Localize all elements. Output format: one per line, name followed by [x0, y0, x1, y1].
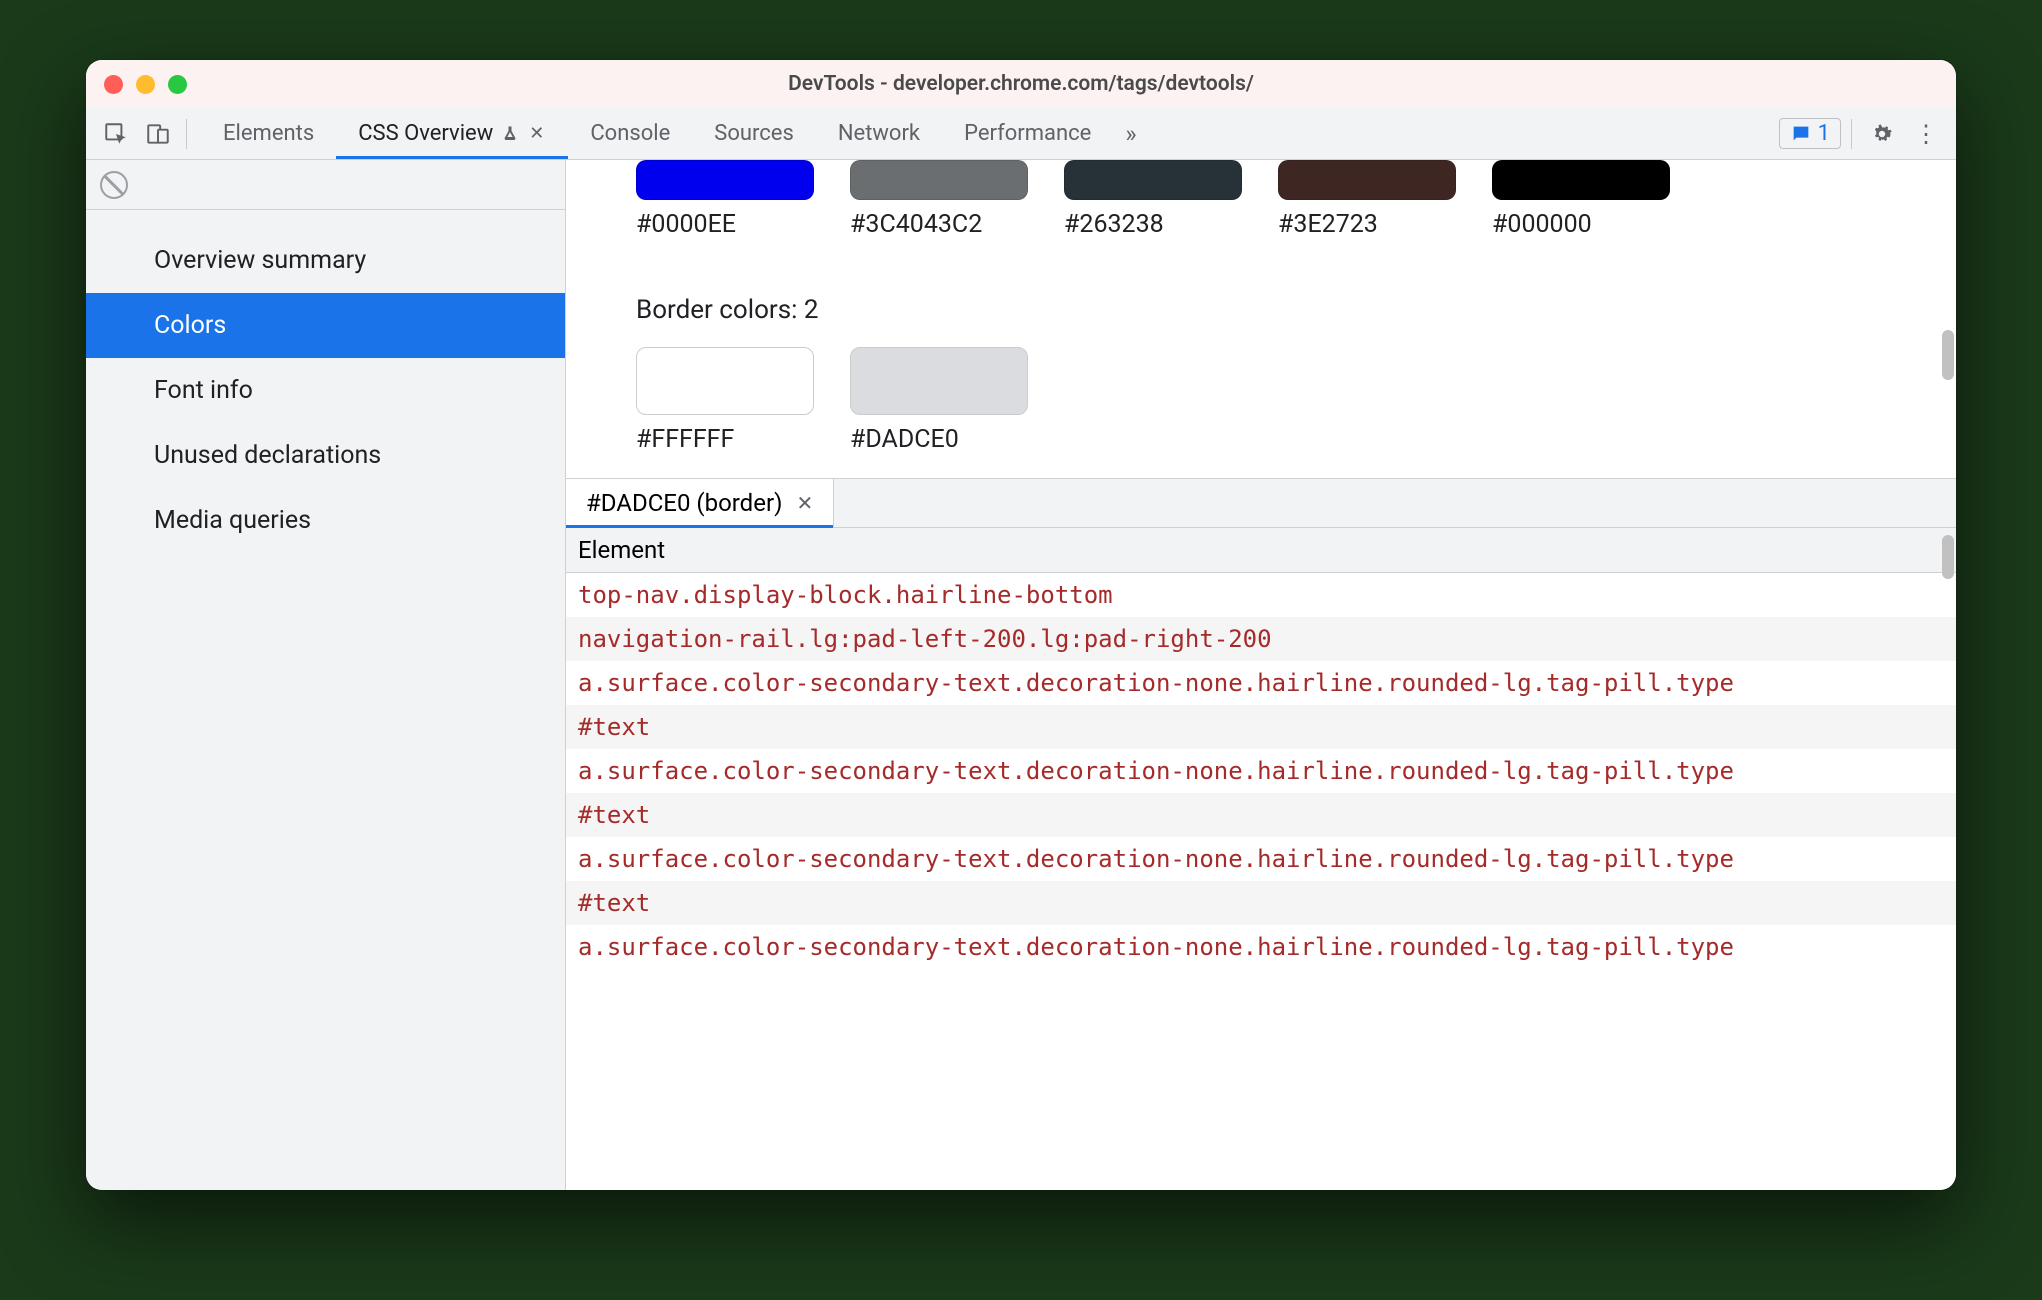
color-swatch[interactable]: #000000: [1492, 160, 1670, 239]
panel-tabs: Elements CSS Overview ✕ Console Sources …: [201, 108, 1773, 159]
experiment-icon: [501, 125, 519, 143]
sidebar-item-label: Media queries: [154, 506, 311, 535]
element-row[interactable]: a.surface.color-secondary-text.decoratio…: [566, 749, 1956, 793]
swatch-hex: #0000EE: [636, 210, 814, 239]
sidebar-item-unused-declarations[interactable]: Unused declarations: [86, 423, 565, 488]
toolbar-separator: [1851, 119, 1852, 149]
element-row[interactable]: a.surface.color-secondary-text.decoratio…: [566, 837, 1956, 881]
clear-overview-icon[interactable]: [100, 171, 128, 199]
css-overview-sidebar: Overview summary Colors Font info Unused…: [86, 160, 566, 1190]
element-row[interactable]: a.surface.color-secondary-text.decoratio…: [566, 661, 1956, 705]
swatch-hex: #FFFFFF: [636, 425, 814, 454]
tab-label: Elements: [223, 121, 314, 146]
sidebar-item-font-info[interactable]: Font info: [86, 358, 565, 423]
tab-label: CSS Overview: [358, 121, 493, 146]
settings-button[interactable]: [1862, 114, 1902, 154]
swatch-preview: [636, 347, 814, 415]
device-toolbar-icon[interactable]: [138, 114, 178, 154]
color-swatch[interactable]: #263238: [1064, 160, 1242, 239]
sidebar-nav: Overview summary Colors Font info Unused…: [86, 210, 565, 553]
tab-network[interactable]: Network: [816, 108, 942, 159]
sidebar-item-media-queries[interactable]: Media queries: [86, 488, 565, 553]
element-row[interactable]: a.surface.color-secondary-text.decoratio…: [566, 925, 1956, 969]
swatch-preview: [850, 160, 1028, 200]
swatch-preview: [636, 160, 814, 200]
element-row[interactable]: #text: [566, 793, 1956, 837]
scrollbar-thumb[interactable]: [1942, 330, 1954, 380]
sidebar-item-overview-summary[interactable]: Overview summary: [86, 228, 565, 293]
swatch-preview: [1278, 160, 1456, 200]
tab-label: Sources: [714, 121, 794, 146]
toolbar-left-group: [96, 114, 201, 154]
kebab-icon: ⋮: [1914, 120, 1938, 148]
devtools-window: DevTools - developer.chrome.com/tags/dev…: [86, 60, 1956, 1190]
sidebar-item-colors[interactable]: Colors: [86, 293, 565, 358]
element-column-header: Element: [566, 527, 1956, 573]
sidebar-item-label: Font info: [154, 376, 253, 405]
element-row[interactable]: #text: [566, 705, 1956, 749]
detail-tabbar: #DADCE0 (border) ✕: [566, 479, 1956, 527]
chat-icon: [1790, 123, 1812, 145]
sidebar-item-label: Unused declarations: [154, 441, 381, 470]
swatch-preview: [850, 347, 1028, 415]
tab-console[interactable]: Console: [568, 108, 692, 159]
text-colors-row: #0000EE #3C4043C2 #263238 #3E2723: [636, 160, 1956, 239]
element-row[interactable]: navigation-rail.lg:pad-left-200.lg:pad-r…: [566, 617, 1956, 661]
tab-performance[interactable]: Performance: [942, 108, 1113, 159]
tab-css-overview[interactable]: CSS Overview ✕: [336, 108, 568, 159]
swatch-preview: [1492, 160, 1670, 200]
window-title: DevTools - developer.chrome.com/tags/dev…: [86, 72, 1956, 96]
more-tabs-glyph: »: [1125, 120, 1136, 148]
sidebar-item-label: Colors: [154, 311, 226, 340]
more-tabs-button[interactable]: »: [1113, 108, 1148, 159]
swatch-hex: #000000: [1492, 210, 1670, 239]
tab-elements[interactable]: Elements: [201, 108, 336, 159]
inspect-element-icon[interactable]: [96, 114, 136, 154]
sidebar-item-label: Overview summary: [154, 246, 366, 275]
border-colors-row: #FFFFFF #DADCE0: [636, 347, 1956, 454]
swatch-preview: [1064, 160, 1242, 200]
color-swatch[interactable]: #0000EE: [636, 160, 814, 239]
swatch-hex: #3E2723: [1278, 210, 1456, 239]
minimize-window-button[interactable]: [136, 75, 155, 94]
toolbar-separator: [186, 119, 187, 149]
swatch-hex: #263238: [1064, 210, 1242, 239]
detail-tab-label: #DADCE0 (border): [586, 489, 782, 517]
swatch-hex: #3C4043C2: [850, 210, 1028, 239]
main-panel: #0000EE #3C4043C2 #263238 #3E2723: [566, 160, 1956, 1190]
fullscreen-window-button[interactable]: [168, 75, 187, 94]
toolbar-right-group: 1 ⋮: [1773, 114, 1946, 154]
gear-icon: [1869, 121, 1895, 147]
window-controls: [104, 75, 187, 94]
detail-tab[interactable]: #DADCE0 (border) ✕: [566, 479, 834, 527]
swatch-hex: #DADCE0: [850, 425, 1028, 454]
content-area: Overview summary Colors Font info Unused…: [86, 160, 1956, 1190]
elements-list: top-nav.display-block.hairline-bottomnav…: [566, 573, 1956, 1190]
colors-section: #0000EE #3C4043C2 #263238 #3E2723: [566, 160, 1956, 478]
close-detail-tab-icon[interactable]: ✕: [796, 491, 813, 515]
element-row[interactable]: top-nav.display-block.hairline-bottom: [566, 573, 1956, 617]
tab-sources[interactable]: Sources: [692, 108, 816, 159]
color-detail-pane: #DADCE0 (border) ✕ Element top-nav.displ…: [566, 478, 1956, 1190]
issues-button[interactable]: 1: [1779, 118, 1841, 149]
close-window-button[interactable]: [104, 75, 123, 94]
border-colors-title: Border colors: 2: [636, 295, 1956, 325]
close-tab-icon[interactable]: ✕: [527, 123, 546, 144]
tab-label: Network: [838, 121, 920, 146]
more-options-button[interactable]: ⋮: [1906, 114, 1946, 154]
issues-count: 1: [1818, 121, 1830, 146]
color-swatch[interactable]: #DADCE0: [850, 347, 1028, 454]
sidebar-toolbar: [86, 160, 565, 210]
color-swatch[interactable]: #FFFFFF: [636, 347, 814, 454]
element-row[interactable]: #text: [566, 881, 1956, 925]
tab-label: Console: [590, 121, 670, 146]
scrollbar-thumb[interactable]: [1942, 535, 1954, 579]
titlebar: DevTools - developer.chrome.com/tags/dev…: [86, 60, 1956, 108]
color-swatch[interactable]: #3E2723: [1278, 160, 1456, 239]
devtools-toolbar: Elements CSS Overview ✕ Console Sources …: [86, 108, 1956, 160]
tab-label: Performance: [964, 121, 1091, 146]
color-swatch[interactable]: #3C4043C2: [850, 160, 1028, 239]
